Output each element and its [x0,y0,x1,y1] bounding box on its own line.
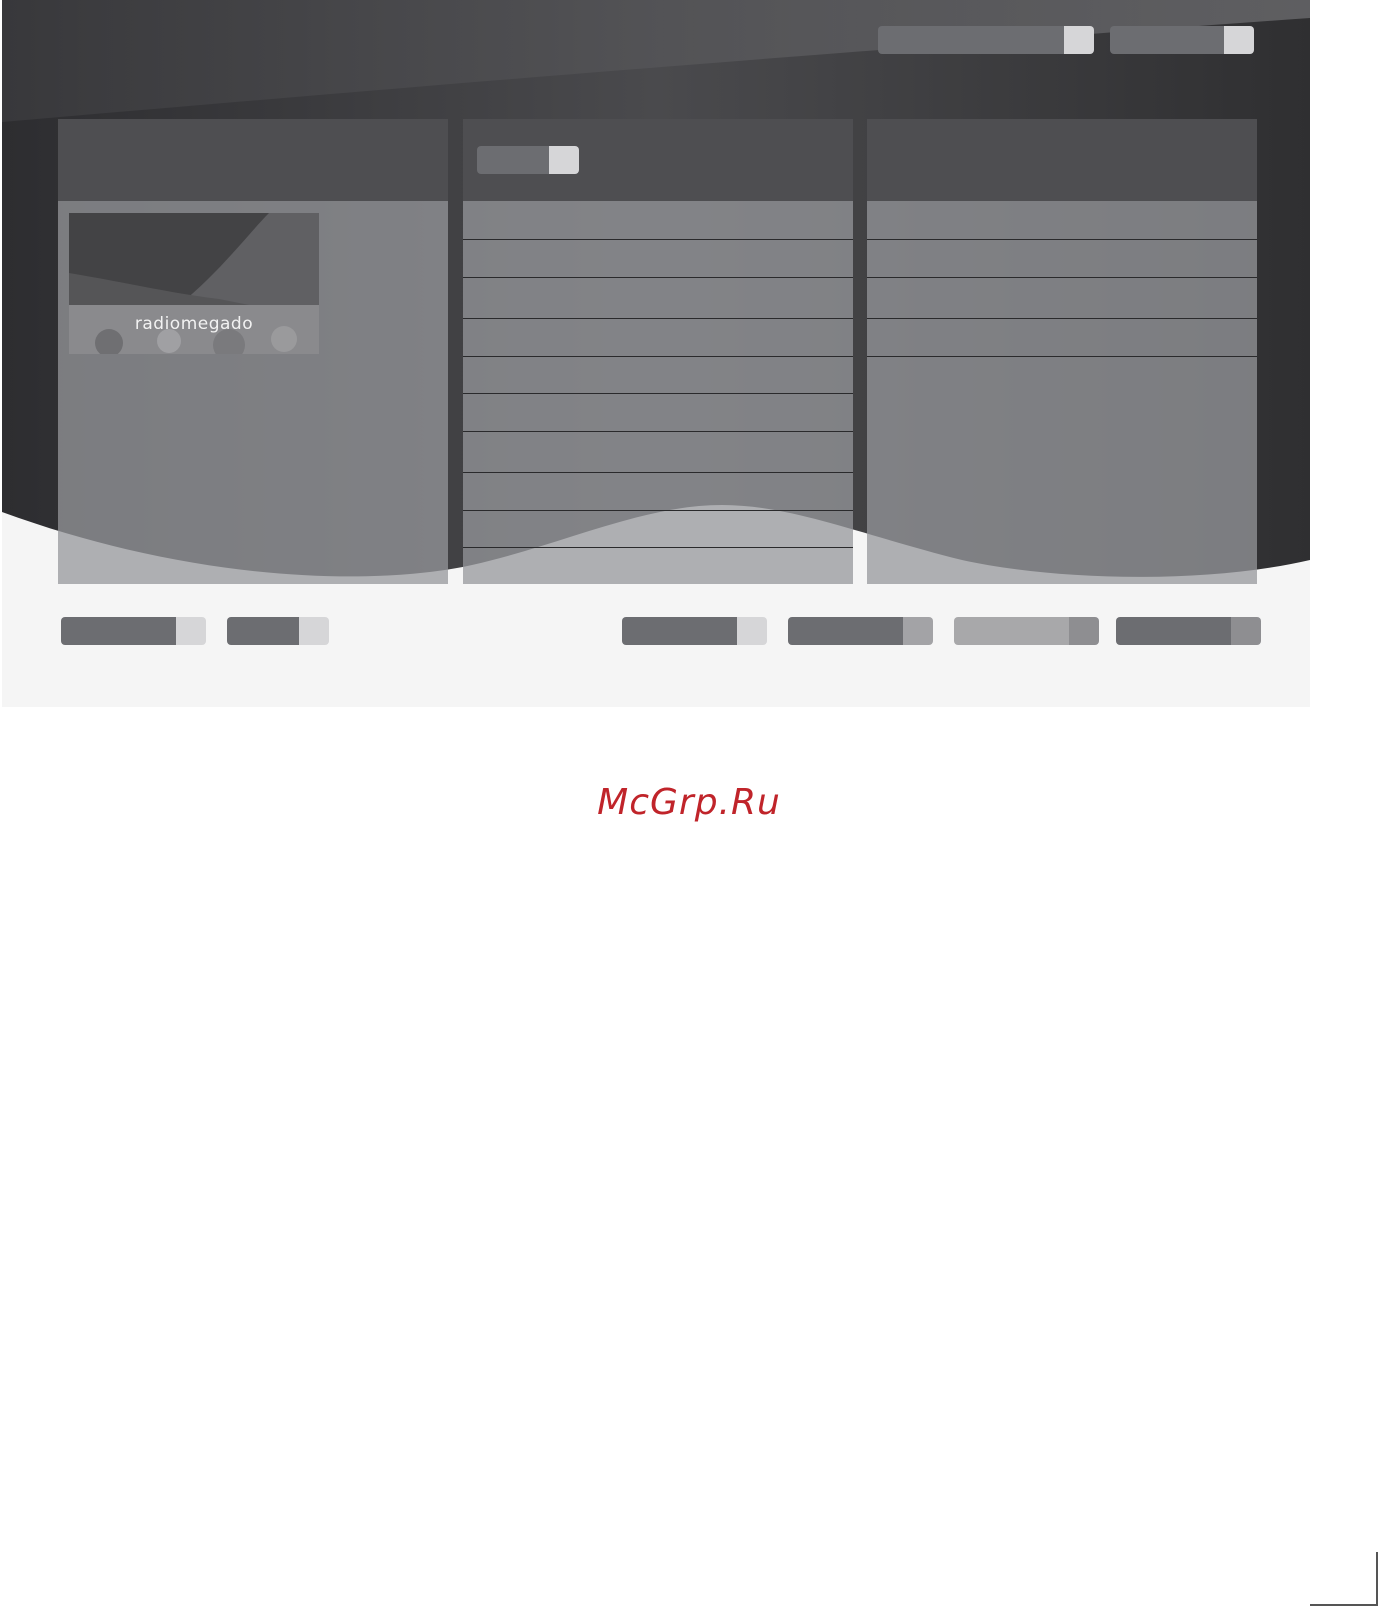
list-item-divider [463,318,853,319]
bottom-hint-button-yellow[interactable] [954,617,1099,645]
header-hint-button[interactable] [477,146,579,174]
menu-list-header [463,119,853,201]
bottom-hint-button-red[interactable] [622,617,767,645]
brand-logo-text: radiomegado [134,314,254,334]
top-hint-button-2[interactable] [1110,26,1254,54]
detail-item-divider [867,239,1257,240]
detail-item-divider [867,318,1257,319]
detail-panel-header [867,119,1257,201]
menu-list-panel [463,119,853,584]
preview-panel-header [58,119,448,201]
list-item-divider [463,510,853,511]
preview-thumbnail: radiomegado [69,213,319,354]
list-item-divider [463,277,853,278]
detail-item-divider [867,277,1257,278]
detail-panel [867,119,1257,584]
list-item-divider [463,547,853,548]
tv-screen: radiomegado [2,0,1310,707]
list-item-divider [463,393,853,394]
bottom-hint-button-blue[interactable] [1116,617,1261,645]
list-item-divider [463,356,853,357]
bottom-hint-button-green[interactable] [788,617,933,645]
list-item-divider [463,239,853,240]
corner-bracket-icon [1310,1552,1378,1606]
bottom-hint-button-2[interactable] [227,617,329,645]
bottom-hint-button-1[interactable] [61,617,206,645]
list-item-divider [463,472,853,473]
watermark-text: McGrp.Ru [597,782,781,823]
preview-panel: radiomegado [58,119,448,584]
detail-item-divider [867,356,1257,357]
top-hint-button-1[interactable] [878,26,1094,54]
list-item-divider [463,431,853,432]
